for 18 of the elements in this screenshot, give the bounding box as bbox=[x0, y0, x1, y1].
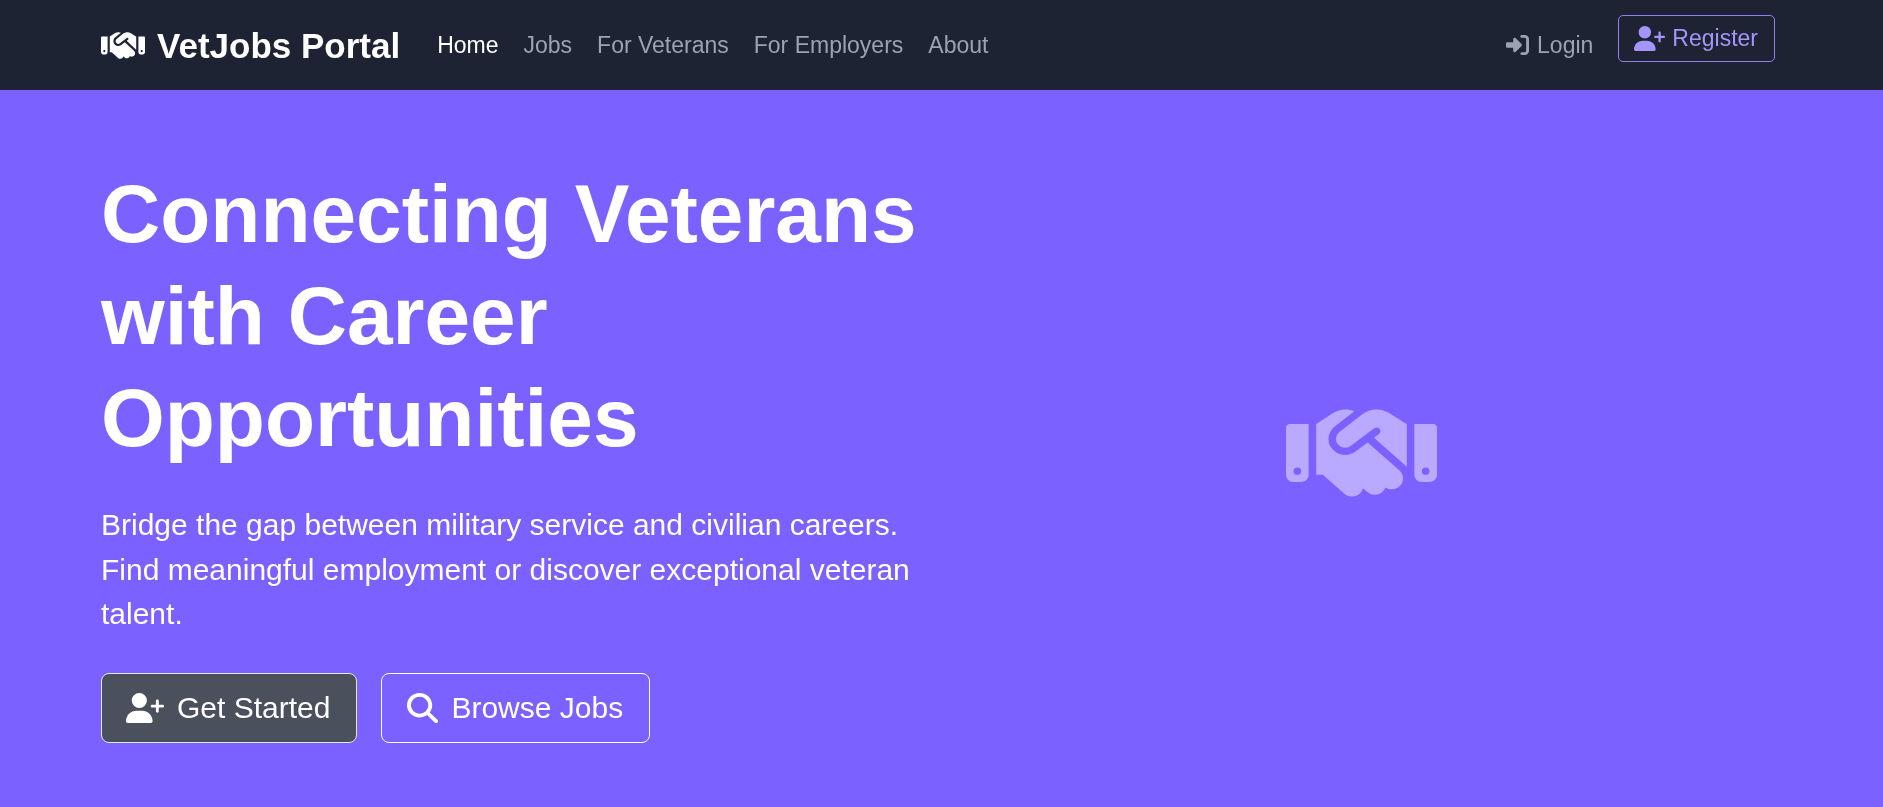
nav-link[interactable]: Home bbox=[437, 27, 499, 63]
nav-link[interactable]: Jobs bbox=[523, 27, 573, 63]
nav-link[interactable]: For Employers bbox=[753, 27, 904, 63]
user-plus-icon bbox=[126, 692, 164, 723]
search-icon bbox=[407, 692, 439, 723]
hero-heading: Connecting Veterans with Career Opportunities bbox=[101, 167, 918, 465]
user-plus-icon bbox=[1634, 26, 1666, 51]
register-button[interactable]: Register bbox=[1618, 15, 1775, 62]
brand-link[interactable]: VetJobs Portal bbox=[101, 27, 401, 63]
hero-description: Bridge the gap between military service and civilian careers. Find meaningful employment or discover exceptional veteran talent. bbox=[101, 507, 911, 632]
handshake-icon bbox=[1286, 408, 1437, 497]
login-link[interactable]: Login bbox=[1506, 27, 1594, 63]
browse-jobs-button[interactable]: Browse Jobs bbox=[381, 672, 651, 743]
nav-link[interactable]: For Veterans bbox=[597, 27, 729, 63]
get-started-button[interactable]: Get Started bbox=[101, 672, 358, 743]
handshake-icon bbox=[101, 31, 145, 59]
sign-in-icon bbox=[1506, 35, 1530, 55]
nav-link[interactable]: About bbox=[928, 27, 989, 63]
